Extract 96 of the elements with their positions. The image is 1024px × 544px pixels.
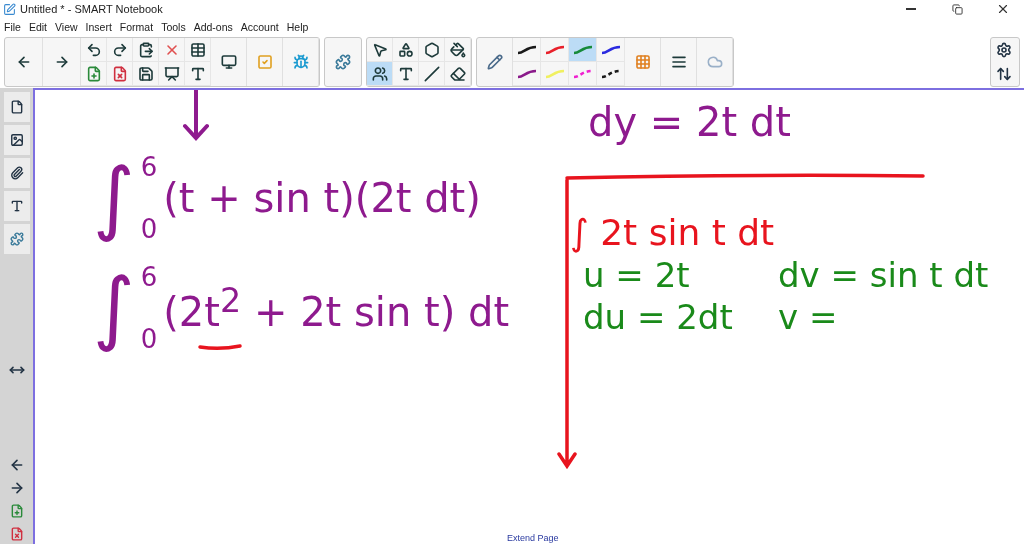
stroke-icon (600, 68, 621, 79)
image-icon (9, 133, 24, 147)
stroke-icon (572, 44, 593, 55)
upper-limit: 6 (140, 152, 158, 182)
tool-button[interactable] (367, 62, 393, 86)
handwritten-expression: du = 2dt (583, 300, 733, 334)
tool-button[interactable] (445, 62, 471, 86)
text-icon (189, 65, 206, 82)
monitor-icon (220, 54, 237, 70)
hexagon-icon (423, 41, 440, 58)
lines-icon (670, 54, 687, 70)
checkbox-icon (256, 54, 273, 70)
stroke-icon (516, 44, 537, 55)
cloud-icon (706, 54, 723, 70)
handwritten-expression: ∫ 2t sin t dt (570, 215, 775, 251)
page-icon (9, 100, 24, 114)
puzzle-icon (335, 54, 351, 70)
stroke-icon (572, 68, 593, 79)
pen-style-button[interactable] (597, 62, 625, 86)
paperclip-icon (9, 166, 24, 180)
upper-limit: 6 (140, 262, 158, 292)
handwritten-expression: (t + sin t)(2t dt) (163, 175, 481, 221)
undo-button[interactable] (81, 38, 107, 62)
pointer-icon (371, 41, 388, 58)
puzzle-icon (9, 232, 24, 246)
tool-button[interactable] (393, 38, 419, 62)
add-page-button[interactable] (81, 62, 107, 86)
tool-button[interactable] (419, 38, 445, 62)
close-icon (996, 2, 1010, 16)
window-title: Untitled * - SMART Notebook (20, 3, 164, 15)
pen-style-button[interactable] (513, 38, 541, 62)
add-ons-tab[interactable] (3, 224, 30, 254)
add-page-icon (85, 65, 102, 82)
table-icon (189, 41, 206, 58)
save-button[interactable] (133, 62, 159, 86)
properties-tab[interactable] (3, 191, 30, 221)
stroke-icon (544, 68, 565, 79)
menu-item[interactable]: Edit (28, 21, 47, 33)
paste-button[interactable] (133, 38, 159, 62)
add-page-icon (9, 504, 24, 518)
menu-item[interactable]: Insert (85, 21, 112, 33)
screen-icon (163, 65, 180, 82)
stroke-icon (516, 68, 537, 79)
tool-button[interactable] (419, 62, 445, 86)
delete-button[interactable] (159, 38, 185, 62)
creature-icon (292, 54, 309, 70)
shapes-icon (397, 41, 414, 58)
page-sorter-tab[interactable] (3, 92, 30, 122)
restore-icon (951, 3, 963, 15)
down-arrow-drawing (181, 90, 211, 142)
pen-style-button[interactable] (597, 38, 625, 62)
handwritten-expression: (2t$^{2}$ + 2t sin t) dt (163, 280, 510, 336)
lower-limit: 0 (140, 214, 158, 244)
fill-icon (449, 41, 466, 58)
settings-icon (996, 42, 1012, 58)
undo-icon (85, 41, 102, 58)
stroke-icon (544, 44, 565, 55)
handwritten-expression: v = (778, 300, 838, 334)
up-down-arrow-icon (996, 66, 1012, 82)
extend-page-link[interactable]: Extend Page (507, 533, 559, 543)
tool-button[interactable] (393, 62, 419, 86)
tool-button[interactable] (445, 38, 471, 62)
handwritten-expression: u = 2t (583, 258, 690, 292)
table-button[interactable] (185, 38, 211, 62)
app-logo-icon (3, 2, 16, 16)
delete-page-button[interactable] (107, 62, 133, 86)
attachments-tab[interactable] (3, 158, 30, 188)
eraser-icon (449, 65, 466, 82)
palette-icon (634, 54, 651, 70)
text-format-button[interactable] (185, 62, 211, 86)
redo-icon (111, 41, 128, 58)
gallery-tab[interactable] (3, 125, 30, 155)
line-icon (423, 65, 440, 82)
menu-item[interactable]: File (4, 21, 21, 33)
screen-shade-button[interactable] (159, 62, 185, 86)
menu-item[interactable]: Add-ons (193, 21, 233, 33)
underline-drawing (197, 342, 243, 352)
pencil-icon (486, 54, 503, 70)
menu-item[interactable]: View (55, 21, 78, 33)
menu-item[interactable]: Help (286, 21, 309, 33)
text-icon (9, 199, 24, 213)
delete-page-icon (111, 65, 128, 82)
paste-icon (137, 41, 154, 58)
menu-item[interactable]: Account (240, 21, 279, 33)
delete-page-icon (9, 527, 24, 541)
redo-button[interactable] (107, 38, 133, 62)
menu-item[interactable]: Tools (161, 21, 186, 33)
handwritten-expression: dv = sin t dt (778, 258, 989, 292)
minimize-icon (906, 8, 916, 10)
pen-style-button[interactable] (513, 62, 541, 86)
add-ons-button[interactable] (324, 37, 362, 87)
lower-limit: 0 (140, 324, 158, 354)
text-icon (397, 65, 414, 82)
save-icon (137, 65, 154, 82)
stroke-icon (600, 44, 621, 55)
menu-item[interactable]: Format (119, 21, 154, 33)
